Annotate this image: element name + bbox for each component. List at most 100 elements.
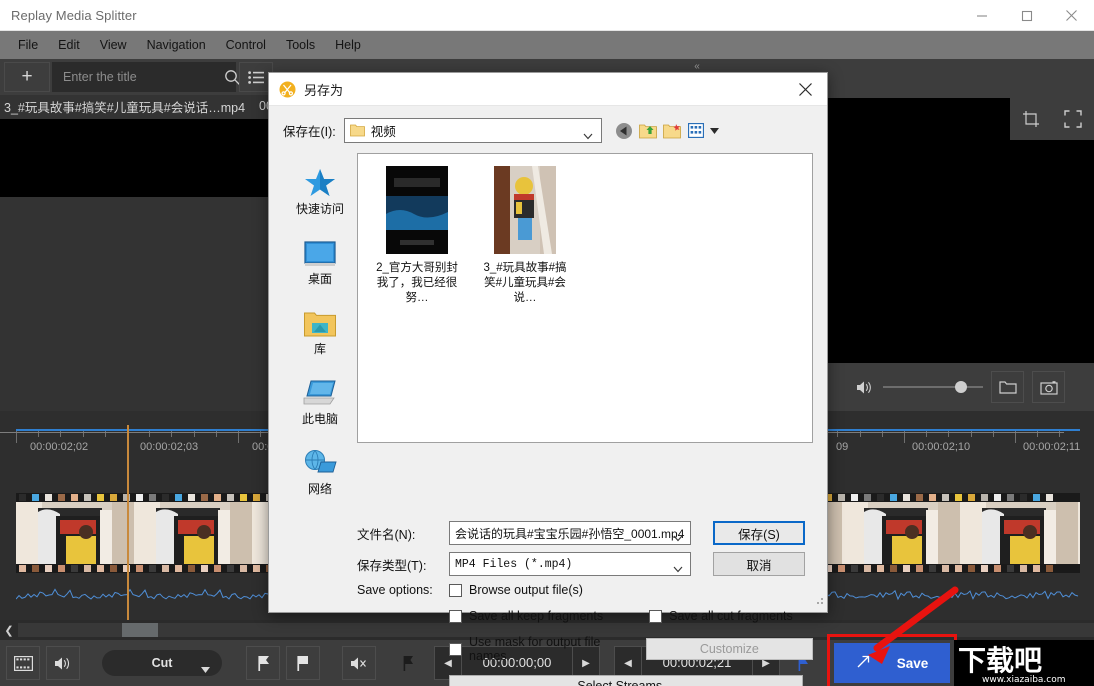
place-quick-access[interactable]: 快速访问 [283,163,357,217]
dialog-save-button[interactable]: 保存(S) [713,521,805,545]
audio-wave-icon[interactable] [46,646,80,680]
search-box[interactable] [52,62,236,92]
chevron-down-icon[interactable] [673,560,683,578]
filetype-select[interactable]: MP4 Files (*.mp4) [449,552,691,576]
menu-item-navigation[interactable]: Navigation [137,34,216,56]
menu-item-control[interactable]: Control [216,34,276,56]
open-folder-button[interactable] [991,371,1024,403]
film-sprocket [994,494,1001,501]
timeline-playhead[interactable] [127,425,129,634]
look-in-combo[interactable]: 视频 [344,118,602,143]
checkbox-save-keep-fragments[interactable] [449,610,462,623]
playlist-preview-area [0,119,268,197]
search-input[interactable] [53,70,224,84]
back-icon[interactable] [612,119,636,143]
minimize-button[interactable] [959,0,1004,31]
library-folder-icon [283,303,357,337]
film-sprocket [890,565,897,572]
film-sprocket [929,494,936,501]
save-button-wrapper: Save [834,643,950,683]
film-sprocket [240,565,247,572]
view-mode-caret-icon[interactable] [708,119,722,143]
add-media-button[interactable]: + [4,62,50,92]
menu-item-view[interactable]: View [90,34,137,56]
view-mode-icon[interactable] [684,119,708,143]
maximize-button[interactable] [1004,0,1049,31]
customize-button[interactable]: Customize [646,638,813,660]
places-sidebar: 快速访问 桌面 [283,153,357,513]
dialog-resize-grip[interactable] [813,592,824,610]
new-folder-icon[interactable] [660,119,684,143]
video-tools [1010,98,1094,140]
quick-access-star-icon [283,163,357,197]
close-button[interactable] [1049,0,1094,31]
filename-input[interactable]: 会说话的玩具#宝宝乐园#孙悟空_0001.mp4 [449,521,691,545]
option-use-mask[interactable]: Use mask for output file names [449,635,632,663]
option-save-keep-fragments[interactable]: Save all keep fragments [449,609,603,623]
folder-yellow-icon [350,124,365,137]
option-save-cut-fragments[interactable]: Save all cut fragments [649,609,793,623]
dialog-close-button[interactable] [783,73,827,106]
export-arrow-icon [856,654,871,672]
filetype-label: 保存类型(T): [357,555,449,574]
film-sprocket [864,565,871,572]
mode-select[interactable]: Cut [102,650,222,676]
filmstrip-icon[interactable] [6,646,40,680]
film-sprocket [1046,494,1053,501]
film-sprocket [188,565,195,572]
film-sprocket [110,494,117,501]
film-sprocket [1046,565,1053,572]
menu-item-tools[interactable]: Tools [276,34,325,56]
film-sprocket [19,565,26,572]
save-as-dialog[interactable]: 另存为 保存在(I): 视频 [268,72,828,613]
menu-item-file[interactable]: File [8,34,48,56]
filetype-value: MP4 Files (*.mp4) [455,558,572,571]
film-sprocket [981,494,988,501]
file-item[interactable]: 3_#玩具故事#搞笑#儿童玩具#会说… [480,166,570,306]
film-sprocket [955,565,962,572]
save-button[interactable]: Save [834,643,950,683]
up-folder-icon[interactable] [636,119,660,143]
film-sprocket [864,494,871,501]
film-sprocket [162,494,169,501]
place-label: 网络 [283,480,357,497]
chevron-down-icon[interactable] [673,529,683,547]
file-item[interactable]: 2_官方大哥别封我了，我已经很努… [372,166,462,306]
select-streams-button[interactable]: Select Streams… [449,675,803,686]
chevron-down-icon[interactable] [201,660,210,678]
scrollbar-thumb[interactable] [122,623,158,637]
place-label: 此电脑 [283,410,357,427]
film-sprocket [175,494,182,501]
scroll-left-icon[interactable]: ❮ [0,621,18,639]
playlist-item-name: 3_#玩具故事#搞笑#儿童玩具#会说话…mp4 [4,97,245,116]
film-sprocket [877,494,884,501]
checkbox-save-cut-fragments[interactable] [649,610,662,623]
place-desktop[interactable]: 桌面 [283,233,357,287]
place-network[interactable]: 网络 [283,443,357,497]
volume-slider-knob[interactable] [955,381,967,393]
filename-row: 文件名(N): 会说话的玩具#宝宝乐园#孙悟空_0001.mp4 保存(S) [357,521,813,545]
checkbox-browse-output[interactable] [449,584,462,597]
place-this-pc[interactable]: 此电脑 [283,373,357,427]
crop-icon[interactable] [1016,104,1046,134]
option-browse-output[interactable]: Browse output file(s) [449,583,813,597]
desktop-icon [283,233,357,267]
film-sprocket [149,565,156,572]
film-sprocket [981,565,988,572]
snapshot-button[interactable] [1032,371,1065,403]
collapse-icon[interactable]: « [686,59,708,73]
menu-item-edit[interactable]: Edit [48,34,90,56]
menu-item-help[interactable]: Help [325,34,371,56]
film-sprocket [227,494,234,501]
fullscreen-icon[interactable] [1058,104,1088,134]
checkbox-use-mask[interactable] [449,643,462,656]
save-button-label: Save [897,656,929,671]
film-sprocket [1020,494,1027,501]
place-library[interactable]: 库 [283,303,357,357]
film-sprocket [84,494,91,501]
volume-icon[interactable] [856,380,873,395]
dialog-cancel-button[interactable]: 取消 [713,552,805,576]
file-list[interactable]: 2_官方大哥别封我了，我已经很努… [357,153,813,443]
chevron-down-icon[interactable] [583,127,593,145]
volume-slider[interactable] [883,386,983,388]
